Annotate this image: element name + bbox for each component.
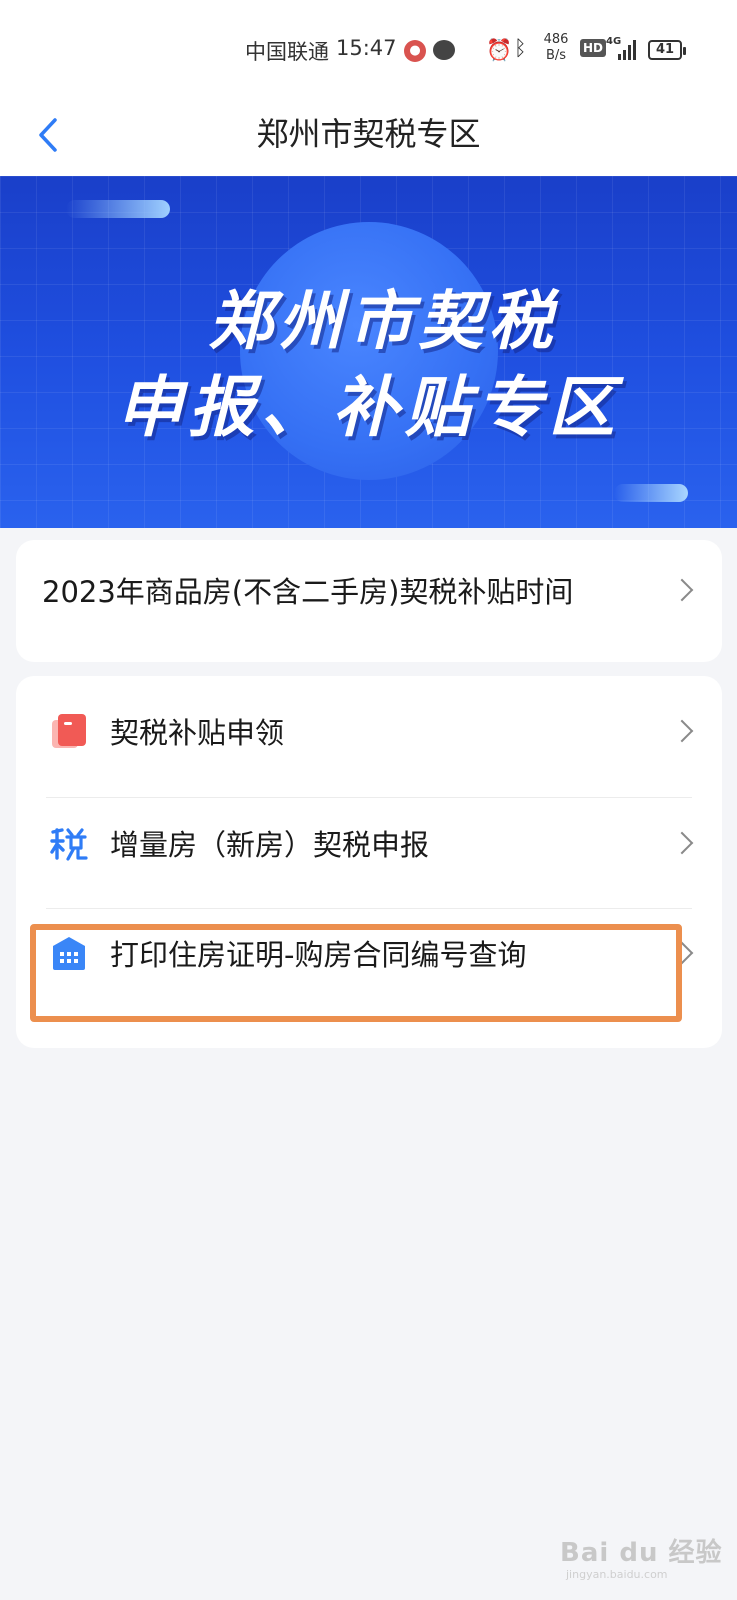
page-title: 郑州市契税专区 <box>256 115 481 153</box>
status-bar: 中国联通 15:47 ● ⏰ ᛒ 486 B/s HD 4G 41 <box>0 0 737 96</box>
subsidy-time-card: 2023年商品房(不含二手房)契税补贴时间 <box>16 540 722 662</box>
notification-icon: ● <box>404 40 426 62</box>
menu-item-label: 增量房（新房）契税申报 <box>110 828 430 862</box>
nav-header: 郑州市契税专区 <box>0 96 737 176</box>
watermark-url: jingyan.baidu.com <box>566 1568 668 1581</box>
subsidy-time-label: 2023年商品房(不含二手房)契税补贴时间 <box>42 575 574 609</box>
clock-time: 15:47 <box>336 36 397 60</box>
alarm-icon: ⏰ <box>486 38 513 62</box>
speed-unit: B/s <box>545 48 567 63</box>
menu-item-label: 契税补贴申领 <box>110 716 285 750</box>
bluetooth-icon: ᛒ <box>514 36 527 60</box>
menu-item-new-house-tax[interactable]: 增量房（新房）契税申报 <box>16 788 722 898</box>
subsidy-time-row[interactable]: 2023年商品房(不含二手房)契税补贴时间 <box>16 540 722 640</box>
highlight-annotation <box>30 924 682 1022</box>
tax-icon <box>50 824 88 862</box>
signal-icon <box>618 38 640 60</box>
banner-title-line1: 郑州市契税 <box>208 285 559 359</box>
message-icon <box>433 40 455 60</box>
hd-badge: HD <box>580 39 607 57</box>
speed-value: 486 <box>543 32 569 47</box>
battery-icon: 41 <box>648 40 686 60</box>
menu-item-subsidy-claim[interactable]: 契税补贴申领 <box>16 676 722 786</box>
banner-decor-bar <box>66 200 170 218</box>
watermark-logo: Bai du 经验 <box>560 1538 723 1568</box>
banner-decor-bar <box>614 484 688 502</box>
banner-title-line2: 申报、补贴专区 <box>116 369 621 446</box>
subsidy-icon <box>50 712 88 750</box>
carrier-label: 中国联通 <box>245 40 329 64</box>
banner: 郑州市契税 申报、补贴专区 <box>0 176 737 528</box>
chevron-right-icon <box>670 578 694 602</box>
chevron-right-icon <box>670 831 694 855</box>
chevron-right-icon <box>670 719 694 743</box>
network-speed: 486 B/s <box>538 32 574 64</box>
